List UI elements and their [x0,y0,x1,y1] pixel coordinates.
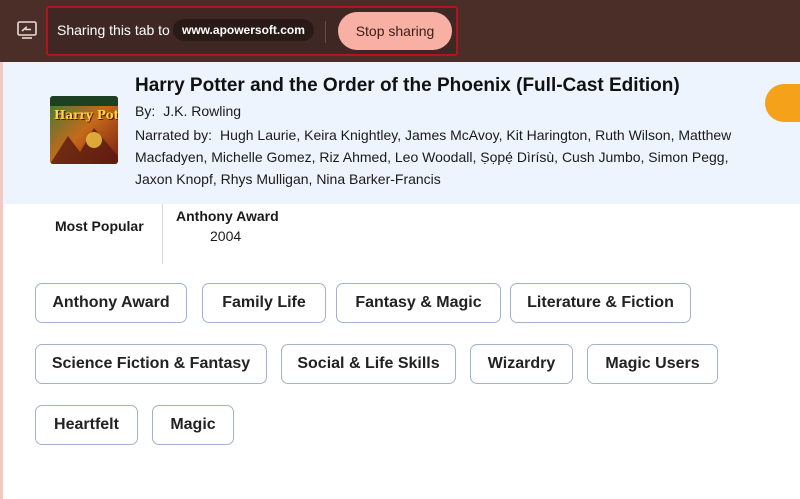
sharing-notification: Sharing this tab to www.apowersoft.com S… [46,6,458,56]
tag-wizardry[interactable]: Wizardry [470,344,573,384]
most-popular-label: Most Popular [55,218,144,234]
book-cover[interactable]: Harry Potter [50,96,118,164]
sharing-domain-badge: www.apowersoft.com [173,19,314,41]
book-header: Harry Potter Harry Potter and the Order … [3,62,800,204]
book-title[interactable]: Harry Potter and the Order of the Phoeni… [135,75,680,97]
book-stats: Most Popular Anthony Award 2004 [3,204,800,264]
tag-science-fiction-and-fantasy[interactable]: Science Fiction & Fantasy [35,344,267,384]
narrated-by-label: Narrated by: [135,127,213,143]
tag-heartfelt[interactable]: Heartfelt [35,405,138,445]
tag-magic-users[interactable]: Magic Users [587,344,718,384]
stats-divider [162,204,163,264]
author-line: By: J.K. Rowling [135,103,241,119]
tag-family-life[interactable]: Family Life [202,283,326,323]
screen-share-icon[interactable] [16,20,38,40]
by-label: By: [135,103,156,119]
screen-sharing-bar: Sharing this tab to www.apowersoft.com S… [0,0,800,62]
tag-anthony-award[interactable]: Anthony Award [35,283,187,323]
cover-title: Harry Potter [54,108,118,122]
orange-action-tab[interactable] [765,84,800,122]
author-link[interactable]: J.K. Rowling [163,103,241,119]
page-content: Harry Potter Harry Potter and the Order … [0,62,800,499]
sharing-message: Sharing this tab to [57,22,170,38]
award-year: 2004 [210,228,242,244]
tag-social-and-life-skills[interactable]: Social & Life Skills [281,344,456,384]
stop-sharing-button[interactable]: Stop sharing [338,12,452,50]
tag-magic[interactable]: Magic [152,405,234,445]
narrators-line: Narrated by: Hugh Laurie, Keira Knightley… [135,124,735,190]
divider [325,21,326,43]
narrators-list[interactable]: Hugh Laurie, Keira Knightley, James McAv… [135,127,731,187]
award-name: Anthony Award [176,208,279,224]
tag-fantasy-and-magic[interactable]: Fantasy & Magic [336,283,501,323]
tag-literature-and-fiction[interactable]: Literature & Fiction [510,283,691,323]
